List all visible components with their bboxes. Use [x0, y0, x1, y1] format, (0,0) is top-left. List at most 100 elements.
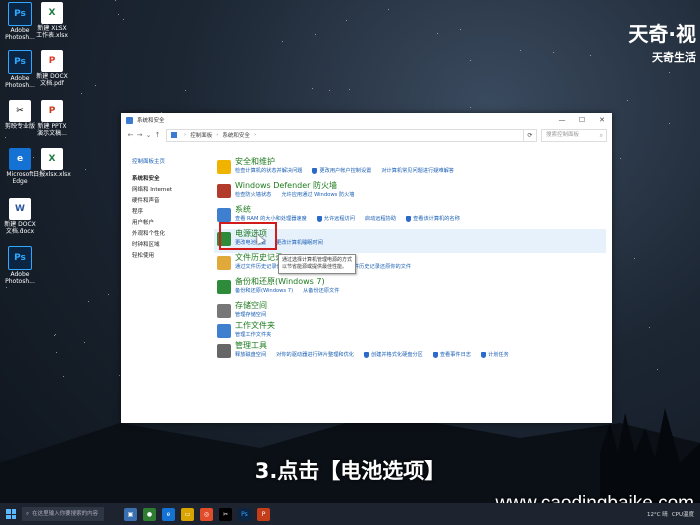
sidebar: 控制面板主页 系统和安全 网络和 Internet 硬件和声音 程序 用户帐户 外观和个性…: [132, 157, 202, 262]
category-link-text: 管理工作文件夹: [235, 332, 272, 338]
sidebar-item[interactable]: 外观和个性化: [132, 229, 202, 240]
desktop-icon-label: 新建 XLSX 工作表.xlsx: [36, 25, 68, 39]
sidebar-item[interactable]: 轻松使用: [132, 251, 202, 262]
sidebar-items: 系统和安全 网络和 Internet 硬件和声音 程序 用户帐户 外观和个性化 时钟和区域轻…: [132, 174, 202, 262]
task-view-icon[interactable]: ▣: [124, 507, 137, 521]
desktop-icon[interactable]: P 新建 DOCX 文档.pdf: [32, 50, 72, 88]
up-arrow-icon[interactable]: ↑: [153, 131, 162, 139]
category-link[interactable]: 允许应用通过 Windows 防火墙: [281, 192, 354, 198]
category-icon: [217, 344, 231, 358]
desktop-icon-label: 新建 PPTX 演示文稿...: [37, 123, 67, 137]
category-link[interactable]: 管理工作文件夹: [235, 332, 271, 338]
desktop-icon[interactable]: X 日报xlsx.xlsx: [32, 148, 72, 179]
category-title[interactable]: 存储空间: [235, 301, 606, 311]
category-link[interactable]: 从备份还原文件: [303, 288, 339, 294]
star: [54, 334, 55, 336]
category-links: 查看 RAM 的大小和处理器速度 允许远程访问 启动远程协助 查看该计算机的名称: [235, 215, 606, 223]
desktop-icon[interactable]: P 新建 PPTX 演示文稿...: [32, 100, 72, 138]
close-button[interactable]: ✕: [592, 116, 612, 124]
desktop-icon[interactable]: X 新建 XLSX 工作表.xlsx: [32, 2, 72, 40]
sidebar-item[interactable]: 系统和安全: [132, 174, 202, 185]
category-title[interactable]: 管理工具: [235, 341, 606, 351]
forward-arrow-icon[interactable]: →: [135, 131, 144, 139]
uac-shield-icon: [481, 351, 486, 358]
powerpoint-icon[interactable]: P: [257, 507, 270, 521]
category-link[interactable]: 更改计算机睡眠时间: [276, 240, 323, 246]
capcut-icon[interactable]: ✂: [219, 507, 232, 521]
recent-dropdown-icon[interactable]: ⌄: [144, 131, 153, 139]
uac-shield-icon: [312, 167, 318, 174]
category-title[interactable]: 工作文件夹: [235, 321, 606, 331]
search-input[interactable]: 搜索控制面板 ⌕: [541, 128, 607, 142]
category-link-text: 释放磁盘空间: [235, 352, 267, 358]
category-title[interactable]: 电源选项: [235, 229, 606, 239]
uac-shield-icon: [406, 215, 412, 222]
start-button[interactable]: [0, 503, 22, 525]
category-link[interactable]: 检查计算机的状态并解决问题: [235, 168, 302, 174]
category-link[interactable]: 对你的驱动器进行碎片整理和优化: [276, 352, 354, 358]
file-explorer-icon[interactable]: ▭: [181, 507, 194, 521]
category-link[interactable]: 查看该计算机的名称: [406, 215, 460, 222]
category-8: 管理工具 释放磁盘空间 对你的驱动器进行碎片整理和优化 创建并格式化硬盘分区 查看事件日…: [214, 341, 606, 369]
edge-icon[interactable]: e: [162, 507, 175, 521]
category-link[interactable]: 管理存储空间: [235, 312, 266, 318]
category-link[interactable]: 检查防火墙状态: [235, 192, 271, 198]
category-links: 检查计算机的状态并解决问题 更改用户帐户控制设置 对计算机常见问题进行疑难解答: [235, 167, 606, 175]
watermark-main: 天奇·视: [628, 22, 696, 46]
ps-icon: Ps: [8, 50, 32, 74]
category-link-text: 查看该计算机的名称: [413, 216, 460, 222]
star: [115, 0, 117, 2]
category-link-text: 从备份还原文件: [303, 288, 340, 294]
breadcrumb-separator: ›: [253, 132, 257, 138]
tooltip: 通过选择计算机管理电源的方式以节省能源或提供最佳性能。: [278, 254, 356, 274]
category-icon: [217, 256, 231, 270]
category-link[interactable]: 创建并格式化硬盘分区: [363, 351, 423, 358]
sidebar-item[interactable]: 硬件和声音: [132, 196, 202, 207]
breadcrumb[interactable]: › 控制面板 › 系统和安全 ›: [166, 128, 524, 142]
back-arrow-icon[interactable]: ←: [126, 131, 135, 139]
category-link[interactable]: 计划任务: [481, 351, 509, 358]
star: [84, 341, 86, 343]
maximize-button[interactable]: ☐: [572, 116, 592, 124]
sidebar-item-home[interactable]: 控制面板主页: [132, 157, 202, 168]
taskbar-search[interactable]: ⌕ 在这里输入你要搜索的内容: [22, 507, 104, 521]
watermark-sub: 天奇生活: [652, 51, 696, 64]
wechat-icon[interactable]: ●: [143, 507, 156, 521]
star: [123, 19, 125, 21]
category-link-text: 计划任务: [488, 352, 509, 358]
minimize-button[interactable]: —: [552, 116, 572, 124]
category-link-text: 检查计算机的状态并解决问题: [235, 168, 303, 174]
category-title[interactable]: 安全和维护: [235, 157, 606, 167]
breadcrumb-control-panel[interactable]: 控制面板: [190, 131, 212, 139]
refresh-icon[interactable]: ⟳: [524, 128, 537, 142]
category-icon: [217, 208, 231, 222]
desktop-icon[interactable]: Ps Adobe Photosh...: [0, 246, 40, 286]
star: [95, 85, 97, 87]
chrome-icon[interactable]: ◎: [200, 507, 213, 521]
cpu-temp-text[interactable]: CPU温度: [672, 510, 694, 518]
sidebar-item[interactable]: 网络和 Internet: [132, 185, 202, 196]
category-title[interactable]: 备份和还原(Windows 7): [235, 277, 606, 287]
sidebar-item[interactable]: 程序: [132, 207, 202, 218]
category-title[interactable]: Windows Defender 防火墙: [235, 181, 606, 191]
weather-text[interactable]: 12°C 晴: [647, 510, 668, 518]
category-link-text: 更改用户帐户控制设置: [319, 168, 372, 174]
capcut-icon: ✂: [9, 100, 31, 122]
category-links: 管理工作文件夹: [235, 331, 606, 339]
category-link[interactable]: 释放磁盘空间: [235, 352, 266, 358]
breadcrumb-system-security[interactable]: 系统和安全: [222, 131, 250, 139]
category-link[interactable]: 查看事件日志: [432, 351, 471, 358]
category-link[interactable]: 启动远程协助: [365, 216, 396, 222]
category-link[interactable]: 备份和还原(Windows 7): [235, 288, 293, 294]
sidebar-item[interactable]: 时钟和区域: [132, 240, 202, 251]
category-title[interactable]: 系统: [235, 205, 606, 215]
category-link[interactable]: 允许远程访问: [316, 215, 355, 222]
photoshop-icon[interactable]: Ps: [238, 507, 251, 521]
sidebar-item[interactable]: 用户帐户: [132, 218, 202, 229]
category-link[interactable]: 更改用户帐户控制设置: [312, 167, 372, 174]
category-link[interactable]: 对计算机常见问题进行疑难解答: [381, 168, 454, 174]
desktop-icon[interactable]: W 新建 DOCX 文档.docx: [0, 198, 40, 236]
star: [87, 301, 89, 303]
category-links: 检查防火墙状态 允许应用通过 Windows 防火墙: [235, 191, 606, 199]
window-title: 系统和安全: [137, 118, 165, 124]
